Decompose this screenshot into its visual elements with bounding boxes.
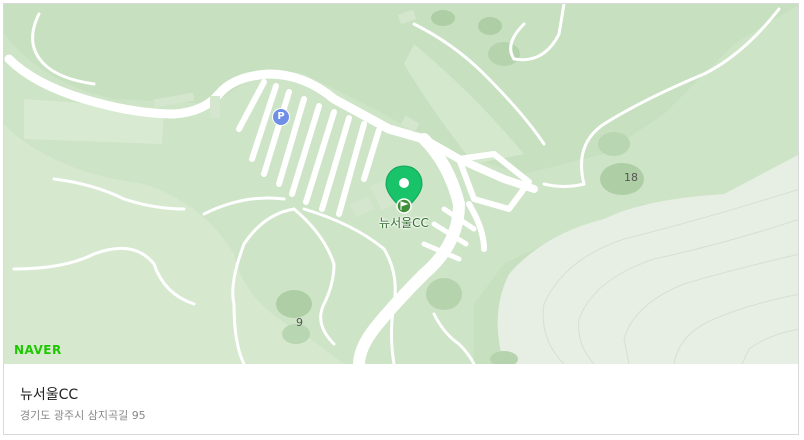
building bbox=[397, 9, 417, 25]
hole-label-18: 18 bbox=[624, 171, 638, 184]
green-patch bbox=[431, 10, 455, 26]
place-info-panel[interactable]: 뉴서울CC 경기도 광주시 삼지곡길 95 bbox=[4, 364, 798, 434]
map-view[interactable]: P 뉴서울CC 18 9 NAVER bbox=[4, 4, 798, 364]
place-title[interactable]: 뉴서울CC bbox=[20, 384, 78, 404]
map-canvas bbox=[4, 4, 798, 364]
green-patch bbox=[478, 17, 502, 35]
green-patch bbox=[598, 132, 630, 156]
hole-label-9: 9 bbox=[296, 316, 303, 329]
green-patch bbox=[276, 290, 312, 318]
map-card[interactable]: P 뉴서울CC 18 9 NAVER 뉴서울CC 경기도 광주시 삼지곡길 95 bbox=[3, 3, 799, 435]
parking-icon: P bbox=[272, 108, 290, 126]
place-address: 경기도 광주시 삼지곡길 95 bbox=[20, 409, 146, 422]
naver-logo[interactable]: NAVER bbox=[14, 343, 62, 357]
green-patch bbox=[426, 278, 462, 310]
map-place-label[interactable]: 뉴서울CC bbox=[364, 214, 444, 231]
golf-course-icon bbox=[396, 198, 412, 214]
building bbox=[210, 96, 220, 118]
green-patch bbox=[488, 42, 520, 66]
